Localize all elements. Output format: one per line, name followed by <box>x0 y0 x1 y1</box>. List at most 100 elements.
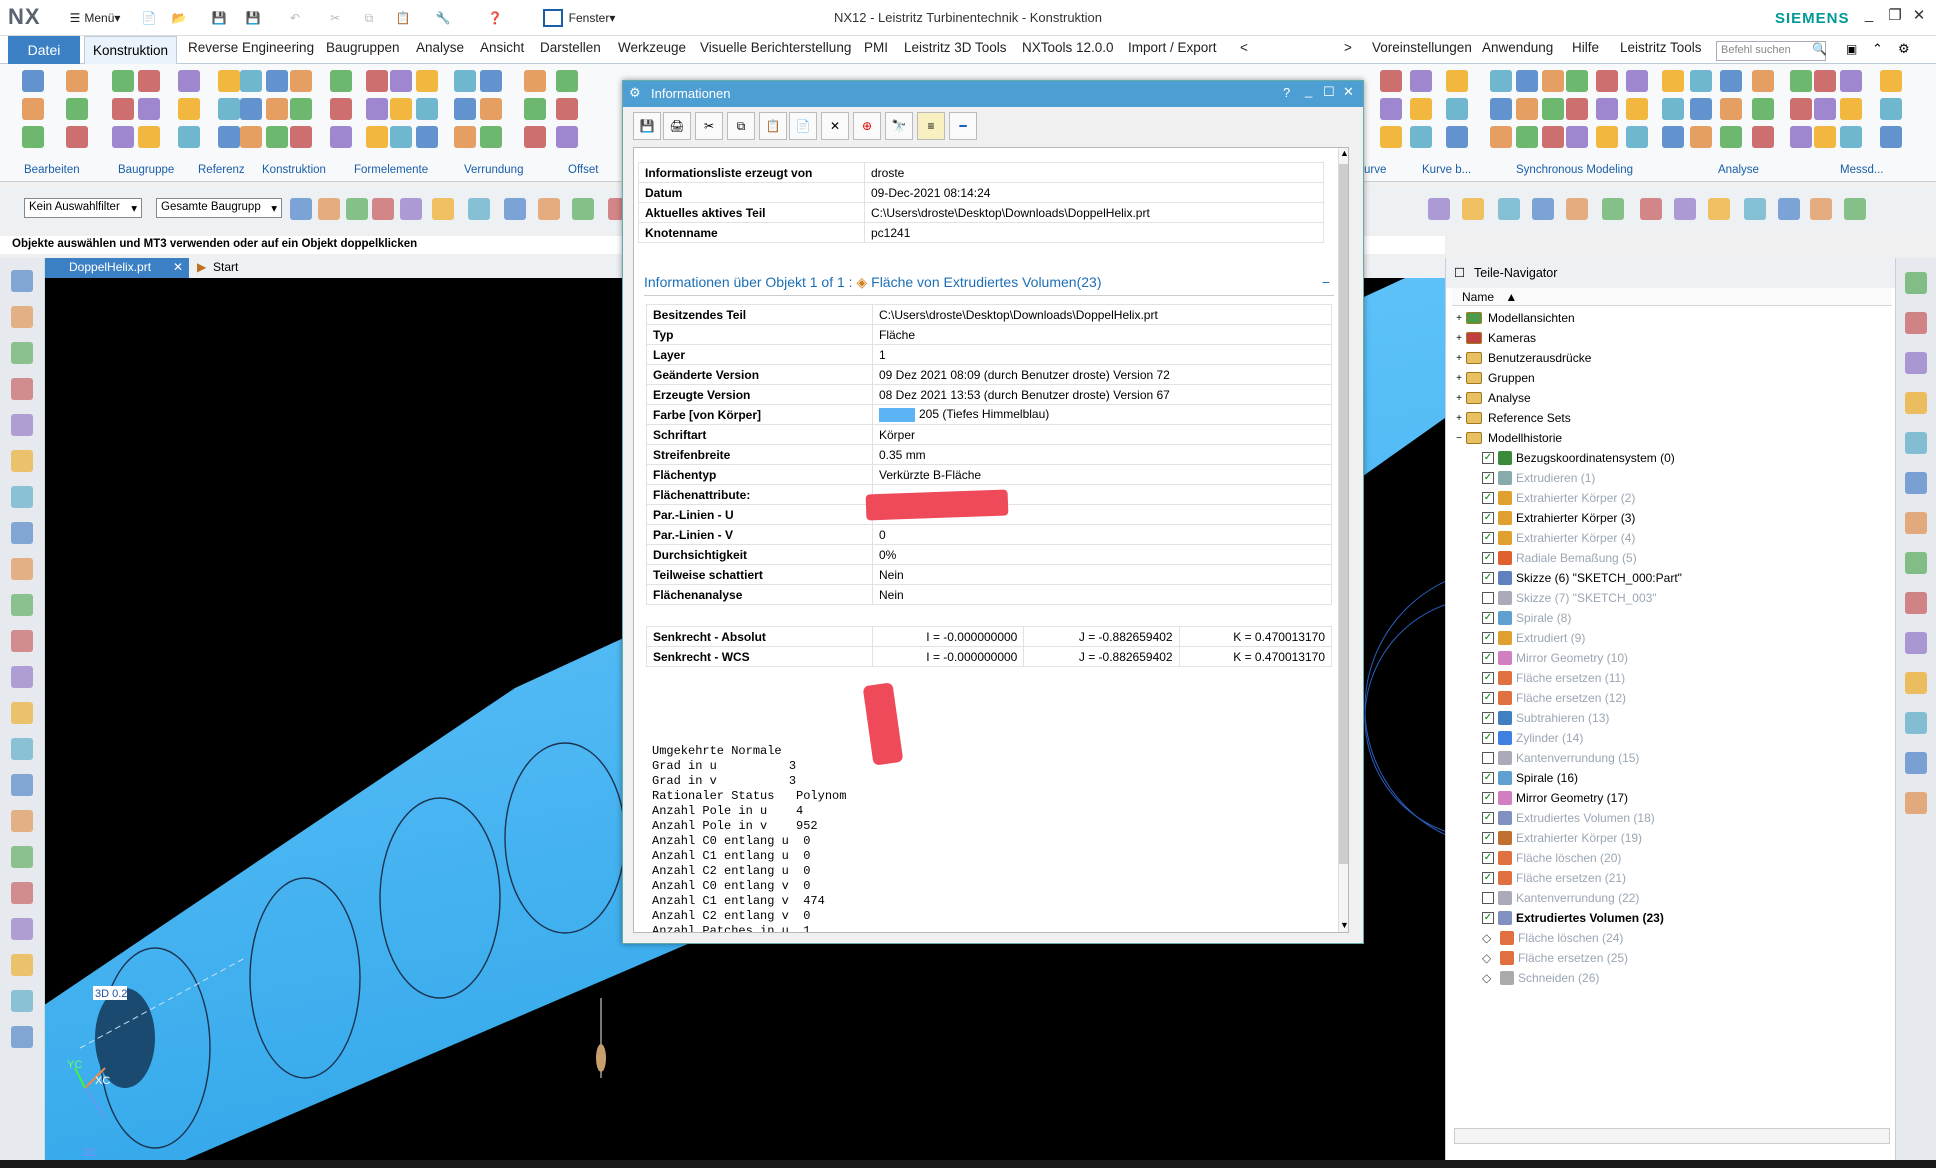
group-verrundung[interactable]: Verrundung <box>464 164 523 176</box>
ribbon-command-icon[interactable] <box>138 126 160 148</box>
tab-darstellen[interactable]: Darstellen <box>536 40 605 55</box>
ribbon-command-icon[interactable] <box>1752 98 1774 120</box>
feature-node[interactable]: ✓ Spirale (8) <box>1482 608 1571 628</box>
new-file-icon[interactable]: 📄 <box>136 5 162 31</box>
ribbon-command-icon[interactable] <box>556 98 578 120</box>
ribbon-command-icon[interactable] <box>366 70 388 92</box>
column-header-name[interactable]: Name ▲ <box>1452 288 1892 306</box>
ribbon-command-icon[interactable] <box>1596 70 1618 92</box>
ribbon-command-icon[interactable] <box>1790 126 1812 148</box>
tab-voreinstellungen[interactable]: Voreinstellungen <box>1368 40 1476 55</box>
ribbon-command-icon[interactable] <box>1380 98 1402 120</box>
ribbon-command-icon[interactable] <box>218 70 240 92</box>
scroll-down-icon[interactable]: ▼ <box>1340 920 1348 930</box>
dialog-vscrollbar[interactable]: ▲ ▼ <box>1338 148 1348 932</box>
help-icon[interactable]: ❓ <box>482 5 508 31</box>
selection-tool-icon[interactable] <box>432 198 454 220</box>
feature-node[interactable]: ✓ Spirale (16) <box>1482 768 1578 788</box>
save-icon[interactable]: 💾 <box>206 5 232 31</box>
ribbon-command-icon[interactable] <box>390 98 412 120</box>
tab-hilfe[interactable]: Hilfe <box>1568 40 1603 55</box>
feature-node[interactable]: ✓ Subtrahieren (13) <box>1482 708 1609 728</box>
tab-nxtools[interactable]: NXTools 12.0.0 <box>1018 40 1118 55</box>
ribbon-command-icon[interactable] <box>1516 126 1538 148</box>
ribbon-command-icon[interactable] <box>1626 98 1648 120</box>
selection-tool-icon[interactable] <box>1744 198 1766 220</box>
dialog-title-bar[interactable]: ⚙ Informationen ? _ ☐ ✕ <box>623 81 1363 107</box>
nav-node[interactable]: + Modellansichten <box>1452 308 1575 328</box>
ribbon-command-icon[interactable] <box>290 98 312 120</box>
ribbon-command-icon[interactable] <box>366 98 388 120</box>
scroll-thumb[interactable] <box>1339 164 1348 864</box>
visibility-checkbox[interactable]: ✓ <box>1482 552 1494 564</box>
ribbon-command-icon[interactable] <box>1880 126 1902 148</box>
cut-icon[interactable]: ✂ <box>695 112 723 140</box>
tab-ansicht[interactable]: Ansicht <box>476 40 528 55</box>
ribbon-command-icon[interactable] <box>1840 126 1862 148</box>
ribbon-command-icon[interactable] <box>240 98 262 120</box>
left-tool-icon[interactable] <box>11 306 33 328</box>
ribbon-command-icon[interactable] <box>266 126 288 148</box>
tab-werkzeuge[interactable]: Werkzeuge <box>614 40 690 55</box>
ribbon-command-icon[interactable] <box>1720 98 1742 120</box>
ribbon-command-icon[interactable] <box>1446 98 1468 120</box>
delete-icon[interactable]: ✕ <box>821 112 849 140</box>
tab-scroll-right[interactable]: > <box>1340 40 1356 55</box>
feature-node[interactable]: ✓ Extrudiertes Volumen (23) <box>1482 908 1664 928</box>
resource-tab-icon[interactable] <box>1905 352 1927 374</box>
ribbon-command-icon[interactable] <box>266 70 288 92</box>
visibility-checkbox[interactable]: ✓ <box>1482 872 1494 884</box>
visibility-checkbox[interactable]: ✓ <box>1482 492 1494 504</box>
ribbon-command-icon[interactable] <box>1662 126 1684 148</box>
cut-icon[interactable]: ✂ <box>322 5 348 31</box>
nav-node[interactable]: + Reference Sets <box>1452 408 1571 428</box>
tab-leistritz-tools[interactable]: Leistritz Tools <box>1616 40 1706 55</box>
ribbon-command-icon[interactable] <box>1880 98 1902 120</box>
visibility-checkbox[interactable] <box>1482 892 1494 904</box>
ribbon-command-icon[interactable] <box>1446 70 1468 92</box>
left-tool-icon[interactable] <box>11 810 33 832</box>
selection-tool-icon[interactable] <box>1498 198 1520 220</box>
tab-anwendung[interactable]: Anwendung <box>1478 40 1557 55</box>
selection-tool-icon[interactable] <box>400 198 422 220</box>
paste-icon[interactable]: 📋 <box>759 112 787 140</box>
visibility-checkbox[interactable]: ✓ <box>1482 712 1494 724</box>
ribbon-command-icon[interactable] <box>416 70 438 92</box>
ribbon-command-icon[interactable] <box>218 126 240 148</box>
visibility-checkbox[interactable]: ✓ <box>1482 732 1494 744</box>
dialog-maximize-button[interactable]: ☐ <box>1323 84 1335 100</box>
visibility-checkbox[interactable]: ✓ <box>1482 452 1494 464</box>
ribbon-command-icon[interactable] <box>524 98 546 120</box>
tab-pmi[interactable]: PMI <box>860 40 892 55</box>
ribbon-command-icon[interactable] <box>1516 98 1538 120</box>
ribbon-command-icon[interactable] <box>1662 98 1684 120</box>
ribbon-command-icon[interactable] <box>1626 126 1648 148</box>
resource-tab-icon[interactable] <box>1905 472 1927 494</box>
ribbon-command-icon[interactable] <box>556 126 578 148</box>
ribbon-command-icon[interactable] <box>454 70 476 92</box>
ribbon-command-icon[interactable] <box>1596 126 1618 148</box>
ribbon-command-icon[interactable] <box>290 70 312 92</box>
ribbon-command-icon[interactable] <box>1814 126 1836 148</box>
nav-node[interactable]: − Modellhistorie <box>1452 428 1562 448</box>
visibility-checkbox[interactable]: ✓ <box>1482 632 1494 644</box>
tab-import-export[interactable]: Import / Export <box>1124 40 1221 55</box>
left-tool-icon[interactable] <box>11 702 33 724</box>
ribbon-command-icon[interactable] <box>1690 126 1712 148</box>
feature-node[interactable]: ◇ Fläche löschen (24) <box>1482 928 1623 948</box>
menu-button[interactable]: ☰ Menü ▾ <box>60 5 130 31</box>
ribbon-command-icon[interactable] <box>22 126 44 148</box>
tab-konstruktion[interactable]: Konstruktion <box>84 36 178 64</box>
nav-node[interactable]: + Gruppen <box>1452 368 1535 388</box>
ribbon-command-icon[interactable] <box>330 70 352 92</box>
left-tool-icon[interactable] <box>11 666 33 688</box>
left-tool-icon[interactable] <box>11 1026 33 1048</box>
feature-node[interactable]: ✓ Radiale Bemaßung (5) <box>1482 548 1637 568</box>
feature-node[interactable]: ✓ Mirror Geometry (17) <box>1482 788 1628 808</box>
selection-tool-icon[interactable] <box>538 198 560 220</box>
ribbon-command-icon[interactable] <box>178 70 200 92</box>
tab-analyse[interactable]: Analyse <box>412 40 468 55</box>
expand-icon[interactable]: + <box>1452 393 1466 404</box>
ribbon-command-icon[interactable] <box>1410 126 1432 148</box>
selection-tool-icon[interactable] <box>1844 198 1866 220</box>
